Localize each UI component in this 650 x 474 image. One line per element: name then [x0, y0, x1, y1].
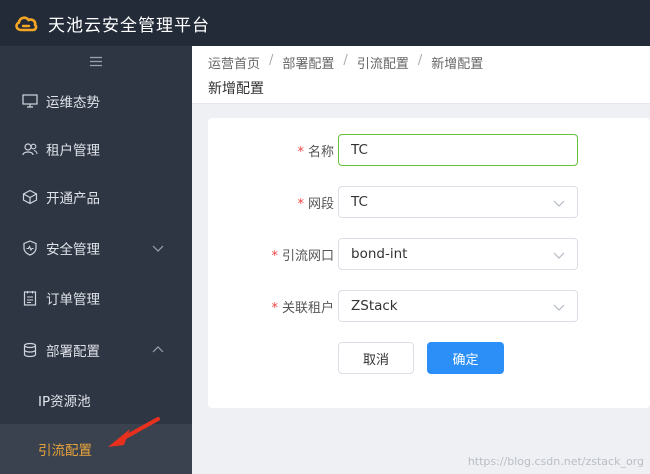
sidebar-item-label: 安全管理 [46, 242, 100, 258]
users-icon [22, 141, 38, 157]
form-row-interface: * 引流网口 bond-int [208, 238, 650, 270]
breadcrumb-item[interactable]: 运营首页 [208, 53, 260, 72]
sidebar-item-products[interactable]: 开通产品 [0, 172, 192, 222]
page-header: 运营首页 / 部署配置 / 引流配置 / 新增配置 新增配置 [192, 46, 650, 104]
cancel-button[interactable]: 取消 [338, 342, 414, 374]
watermark-text: https://blog.csdn.net/zstack_org [467, 455, 644, 468]
sidebar-item-label: IP资源池 [38, 394, 91, 410]
breadcrumb-separator: / [417, 53, 423, 68]
monitor-icon [22, 93, 38, 109]
page-title: 新增配置 [208, 81, 264, 97]
sidebar-item-label: 部署配置 [46, 344, 100, 360]
box-icon [22, 189, 38, 205]
sidebar-item-deploy[interactable]: 部署配置 [0, 325, 192, 375]
interface-label: * 引流网口 [271, 249, 334, 264]
required-mark: * [271, 249, 278, 264]
sidebar-subitem-ip-pool[interactable]: IP资源池 [0, 375, 192, 425]
required-mark: * [297, 145, 304, 160]
sidebar-item-label: 引流配置 [38, 443, 92, 459]
tenant-select[interactable]: ZStack [338, 290, 578, 322]
sidebar-item-security[interactable]: 安全管理 [0, 223, 192, 273]
breadcrumb-item[interactable]: 引流配置 [357, 53, 409, 72]
shield-icon [22, 240, 38, 256]
sidebar-item-label: 租户管理 [46, 143, 100, 159]
form-row-name: * 名称 TC [208, 134, 650, 166]
tenant-label: * 关联租户 [271, 301, 334, 316]
hamburger-icon[interactable] [0, 46, 192, 76]
breadcrumb-item[interactable]: 部署配置 [282, 53, 334, 72]
name-label: * 名称 [297, 145, 334, 160]
sidebar-item-ops[interactable]: 运维态势 [0, 76, 192, 126]
sidebar: 运维态势 租户管理 开通产品 安全管理 订单管理 部署配置 IP资源池 引流配置 [0, 46, 192, 474]
sidebar-item-label: 开通产品 [46, 191, 100, 207]
sidebar-item-tenants[interactable]: 租户管理 [0, 124, 192, 174]
chevron-down-icon [553, 304, 565, 311]
required-mark: * [297, 197, 304, 212]
sidebar-item-orders[interactable]: 订单管理 [0, 273, 192, 323]
sidebar-subitem-traffic-config[interactable]: 引流配置 [0, 424, 192, 474]
breadcrumb-separator: / [269, 53, 274, 68]
name-input[interactable]: TC [338, 134, 578, 166]
breadcrumb-separator: / [343, 53, 348, 68]
chevron-down-icon [152, 245, 164, 252]
segment-select[interactable]: TC [338, 186, 578, 218]
chevron-down-icon [553, 252, 565, 259]
breadcrumb: 运营首页 / 部署配置 / 引流配置 / 新增配置 [208, 53, 483, 72]
interface-select[interactable]: bond-int [338, 238, 578, 270]
top-bar: 天池云安全管理平台 [0, 0, 650, 46]
chevron-down-icon [553, 200, 565, 207]
breadcrumb-item-current: 新增配置 [431, 57, 484, 72]
cloud-logo-icon [15, 16, 38, 32]
chevron-up-icon [152, 346, 164, 353]
database-icon [22, 342, 38, 358]
form-row-segment: * 网段 TC [208, 186, 650, 218]
required-mark: * [271, 301, 278, 316]
app-title: 天池云安全管理平台 [48, 15, 210, 36]
submit-button[interactable]: 确定 [427, 342, 504, 374]
form-row-tenant: * 关联租户 ZStack [208, 290, 650, 322]
order-icon [22, 290, 38, 306]
sidebar-item-label: 订单管理 [46, 292, 100, 308]
sidebar-item-label: 运维态势 [46, 95, 100, 111]
form-card: * 名称 TC * 网段 TC * 引流网口 bond-int * 关联租户 ZStac… [208, 118, 650, 408]
segment-label: * 网段 [297, 197, 334, 212]
annotation-arrow-icon [108, 417, 160, 447]
